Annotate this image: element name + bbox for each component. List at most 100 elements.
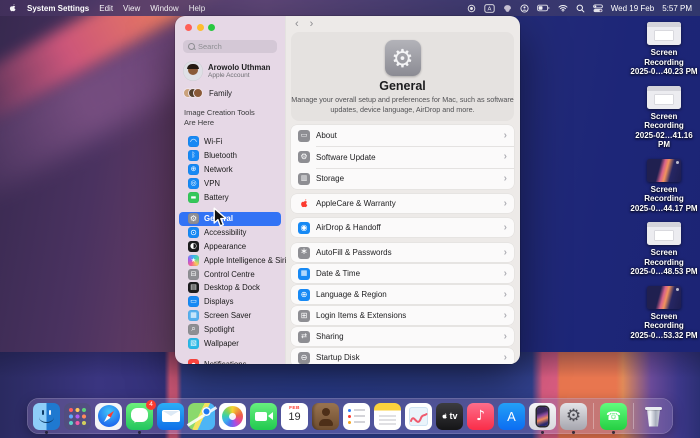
dock-notes[interactable] [374, 403, 401, 430]
sidebar-item-desktop-dock[interactable]: Desktop & Dock [179, 281, 281, 295]
general-gear-icon: ⚙ [385, 40, 421, 76]
dock-reminders[interactable] [343, 403, 370, 430]
dock-iphone-mirroring[interactable] [529, 403, 556, 430]
dock-trash[interactable] [640, 403, 667, 430]
file-label-line1: Screen Recording [630, 185, 698, 204]
dock-messages[interactable]: 4 [126, 403, 153, 430]
menu-help[interactable]: Help [189, 4, 205, 13]
chevron-right-icon: › [504, 269, 507, 279]
menubar-clock[interactable]: 5:57 PM [662, 4, 692, 13]
menu-edit[interactable]: Edit [99, 4, 113, 13]
sidebar-item-vpn[interactable]: VPN [179, 176, 281, 190]
desktop-icons-column: Screen Recording2025-0…40.23 PM Screen R… [630, 22, 698, 340]
forward-chevron-icon[interactable]: › [310, 19, 314, 30]
sidebar-item-label: Appearance [204, 242, 246, 251]
row-sharing[interactable]: Sharing› [291, 327, 514, 346]
desktop-file-screen-recording-5[interactable]: Screen Recording2025-0…53.32 PM [630, 286, 698, 341]
row-date-time[interactable]: Date & Time› [291, 264, 514, 283]
file-label-line1: Screen Recording [630, 312, 698, 331]
minimize-button[interactable] [197, 24, 204, 31]
row-autofill-passwords[interactable]: AutoFill & Passwords› [291, 243, 514, 262]
dock-safari[interactable] [95, 403, 122, 430]
sidebar-item-wallpaper[interactable]: Wallpaper [179, 336, 281, 350]
sidebar-item-wifi[interactable]: Wi-Fi [179, 135, 281, 149]
dock-app-store[interactable]: A [498, 403, 525, 430]
dock-freeform[interactable] [405, 403, 432, 430]
chevron-right-icon: › [504, 290, 507, 300]
dock-facetime[interactable] [250, 403, 277, 430]
chevron-right-icon: › [504, 353, 507, 363]
close-button[interactable] [185, 24, 192, 31]
sidebar-item-apple-intelligence-siri[interactable]: Apple Intelligence & Siri [179, 253, 281, 267]
dock-calendar[interactable]: FEB19 [281, 403, 308, 430]
user-icon[interactable] [520, 4, 529, 13]
sidebar-item-label: Battery [204, 193, 229, 202]
row-software-update[interactable]: Software Update› [291, 147, 514, 168]
extensions-icon [298, 310, 310, 322]
screen-recording-indicator-icon[interactable] [467, 4, 476, 13]
desktop-file-screen-recording-1[interactable]: Screen Recording2025-0…40.23 PM [630, 22, 698, 77]
sidebar-item-bluetooth[interactable]: Bluetooth [179, 149, 281, 163]
sidebar-item-spotlight[interactable]: Spotlight [179, 322, 281, 336]
dock-contacts[interactable] [312, 403, 339, 430]
row-startup-disk[interactable]: Startup Disk› [291, 348, 514, 364]
menubar-app-name[interactable]: System Settings [27, 4, 89, 13]
appearance-icon [188, 241, 199, 252]
row-language-region[interactable]: Language & Region› [291, 285, 514, 304]
sidebar-item-screen-saver[interactable]: Screen Saver [179, 309, 281, 323]
sidebar-item-general[interactable]: General [179, 212, 281, 226]
row-login-items-extensions[interactable]: Login Items & Extensions› [291, 306, 514, 325]
search-icon[interactable] [576, 4, 585, 13]
traffic-lights [175, 16, 285, 31]
sidebar-item-battery[interactable]: Battery [179, 190, 281, 204]
apple-menu-icon[interactable] [8, 3, 17, 13]
back-chevron-icon[interactable]: ‹ [295, 19, 299, 30]
row-airdrop-handoff[interactable]: AirDrop & Handoff› [291, 218, 514, 237]
dock-launchpad[interactable] [64, 403, 91, 430]
dock-system-settings[interactable]: ⚙ [560, 403, 587, 430]
sidebar-item-accessibility[interactable]: Accessibility [179, 226, 281, 240]
file-thumbnail [647, 286, 681, 309]
row-applecare-warranty[interactable]: AppleCare & Warranty› [291, 194, 514, 213]
row-about[interactable]: About› [291, 125, 514, 146]
dock-music[interactable]: ♪ [467, 403, 494, 430]
desktop-file-screen-recording-4[interactable]: Screen Recording2025-0…48.53 PM [630, 222, 698, 277]
wifi-icon[interactable] [558, 4, 568, 12]
sharing-icon [298, 331, 310, 343]
menu-view[interactable]: View [123, 4, 140, 13]
dock-finder[interactable] [33, 403, 60, 430]
dock-photos[interactable] [219, 403, 246, 430]
launcher-icon[interactable] [503, 4, 512, 13]
running-indicator [612, 431, 614, 433]
sidebar-item-notifications[interactable]: Notifications [179, 358, 281, 364]
dock-maps[interactable] [188, 403, 215, 430]
dock-mail[interactable] [157, 403, 184, 430]
bluetooth-icon [188, 150, 199, 161]
sidebar-item-network[interactable]: Network [179, 163, 281, 177]
dock: 4 FEB19 tv ♪ A ⚙ ☎ [27, 398, 673, 434]
family-row[interactable]: Family [183, 88, 279, 99]
chevron-right-icon: › [504, 174, 507, 184]
chevron-right-icon: › [504, 311, 507, 321]
sidebar-item-displays[interactable]: Displays [179, 295, 281, 309]
sidebar-item-label: Spotlight [204, 325, 234, 334]
search-input[interactable]: Search [183, 40, 277, 53]
input-source-icon[interactable]: A [484, 4, 495, 13]
battery-icon[interactable] [537, 4, 550, 12]
search-icon [188, 43, 195, 50]
dock-apple-tv[interactable]: tv [436, 403, 463, 430]
menubar-date[interactable]: Wed 19 Feb [611, 4, 654, 13]
sidebar-item-control-centre[interactable]: Control Centre [179, 267, 281, 281]
dock-whatsapp[interactable]: ☎ [600, 403, 627, 430]
row-storage[interactable]: Storage› [291, 168, 514, 189]
settings-sidebar: Search Arowolo Uthman Apple Account Fami… [175, 16, 285, 364]
menu-window[interactable]: Window [150, 4, 178, 13]
sidebar-item-label: Wi-Fi [204, 137, 222, 146]
apple-account-row[interactable]: Arowolo Uthman Apple Account [183, 61, 279, 81]
note-line1: Image Creation Tools [184, 108, 279, 118]
desktop-file-screen-recording-3[interactable]: Screen Recording2025-0…44.17 PM [630, 159, 698, 214]
zoom-button[interactable] [208, 24, 215, 31]
sidebar-item-appearance[interactable]: Appearance [179, 240, 281, 254]
control-center-icon[interactable] [593, 4, 603, 13]
desktop-file-screen-recording-2[interactable]: Screen Recording2025-02…41.16 PM [630, 86, 698, 150]
